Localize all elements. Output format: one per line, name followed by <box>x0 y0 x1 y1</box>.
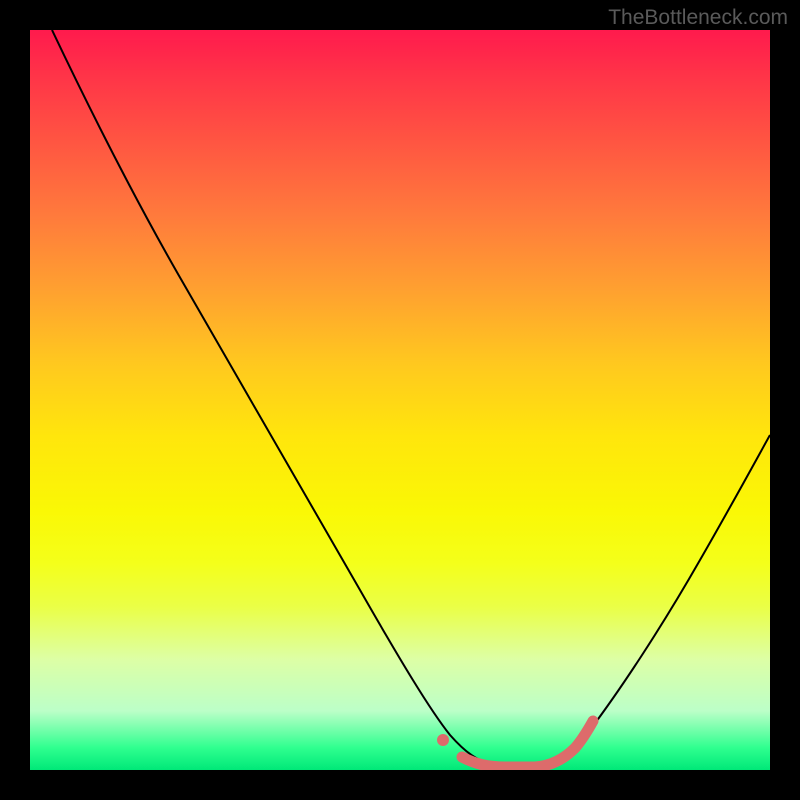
curve-svg <box>30 30 770 770</box>
plot-area <box>30 30 770 770</box>
chart-container: TheBottleneck.com <box>0 0 800 800</box>
highlight-dot-left <box>437 734 449 746</box>
watermark-text: TheBottleneck.com <box>608 6 788 30</box>
highlight-segment <box>462 721 593 767</box>
bottleneck-curve <box>52 30 770 767</box>
